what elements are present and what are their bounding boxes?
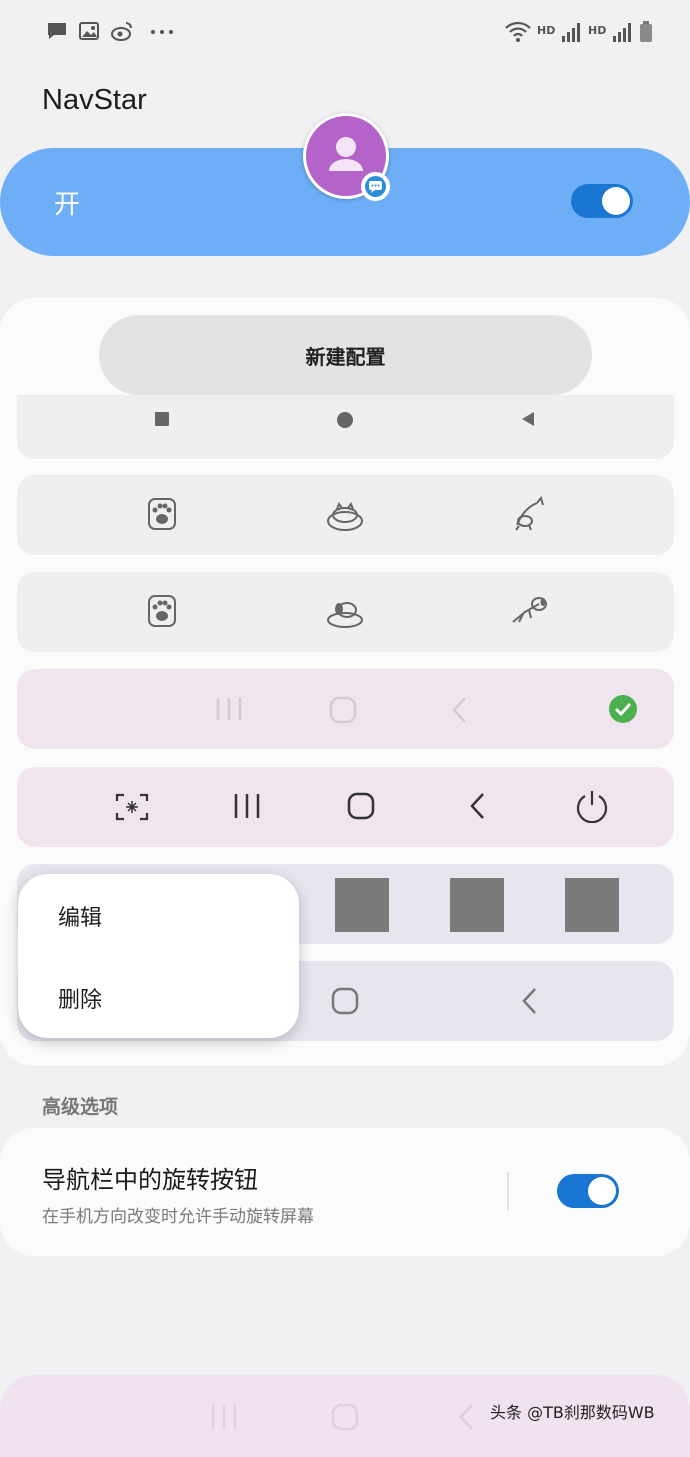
grey-square — [450, 878, 504, 932]
signal-icon — [613, 23, 631, 42]
recents-icon — [234, 794, 260, 818]
battery-icon — [640, 21, 652, 42]
back-icon — [470, 793, 484, 819]
bottom-navigation-bar: 头条 @TB刹那数码WB — [0, 1375, 690, 1457]
more-dots-icon — [151, 30, 173, 34]
rotate-button-option[interactable]: 导航栏中的旋转按钮 在手机方向改变时允许手动旋转屏幕 — [0, 1128, 690, 1256]
home-icon[interactable] — [331, 1403, 359, 1431]
back-icon[interactable] — [458, 1403, 474, 1431]
check-circle-icon — [609, 695, 637, 723]
power-icon — [576, 791, 608, 823]
chat-bubble-icon — [369, 181, 382, 193]
option-subtitle: 在手机方向改变时允许手动旋转屏幕 — [42, 1207, 314, 1227]
config-row[interactable] — [17, 395, 674, 459]
divider — [507, 1172, 509, 1210]
master-switch-label: 开 — [54, 190, 81, 220]
app-title: NavStar — [42, 84, 147, 116]
triangle-back-icon — [522, 412, 534, 426]
home-icon — [347, 792, 375, 820]
jumping-cat-icon — [515, 495, 544, 531]
paw-icon — [148, 498, 176, 530]
back-icon — [522, 988, 536, 1014]
master-toggle[interactable] — [571, 184, 633, 218]
recents-icon — [216, 698, 242, 720]
toggle-knob — [602, 187, 630, 215]
screenshot-icon — [115, 793, 149, 821]
watermark: 头条 @TB刹那数码WB — [490, 1403, 655, 1422]
context-menu: 编辑 删除 — [18, 874, 299, 1038]
signal-icon — [562, 23, 580, 42]
circle-icon — [337, 412, 353, 428]
config-row-selected[interactable] — [17, 669, 674, 749]
paw-icon — [148, 595, 176, 627]
config-row[interactable] — [17, 475, 674, 555]
config-row[interactable] — [17, 572, 674, 652]
message-icon — [48, 23, 66, 39]
gallery-icon — [79, 22, 99, 40]
jumping-dog-icon — [512, 597, 547, 623]
weibo-icon — [111, 22, 132, 41]
square-icon — [155, 412, 169, 426]
grey-square — [565, 878, 619, 932]
chat-badge[interactable] — [361, 172, 390, 201]
edit-menu-item[interactable]: 编辑 — [58, 900, 102, 932]
recents-icon[interactable] — [210, 1403, 238, 1431]
hd-label: HD — [588, 24, 607, 37]
new-config-button[interactable]: 新建配置 — [99, 315, 592, 395]
home-icon — [331, 987, 359, 1015]
home-icon — [329, 696, 357, 724]
sleeping-cat-icon — [327, 501, 363, 531]
grey-square — [335, 878, 389, 932]
rotate-toggle[interactable] — [557, 1174, 619, 1208]
wifi-icon — [505, 21, 531, 42]
hd-label: HD — [537, 24, 556, 37]
config-row[interactable] — [17, 767, 674, 847]
sleeping-dog-icon — [327, 602, 363, 628]
section-title: 高级选项 — [42, 1096, 119, 1118]
back-icon — [452, 697, 466, 723]
toggle-knob — [588, 1177, 616, 1205]
delete-menu-item[interactable]: 删除 — [58, 982, 102, 1014]
status-bar: HD HD — [0, 0, 690, 64]
option-title: 导航栏中的旋转按钮 — [42, 1166, 258, 1194]
